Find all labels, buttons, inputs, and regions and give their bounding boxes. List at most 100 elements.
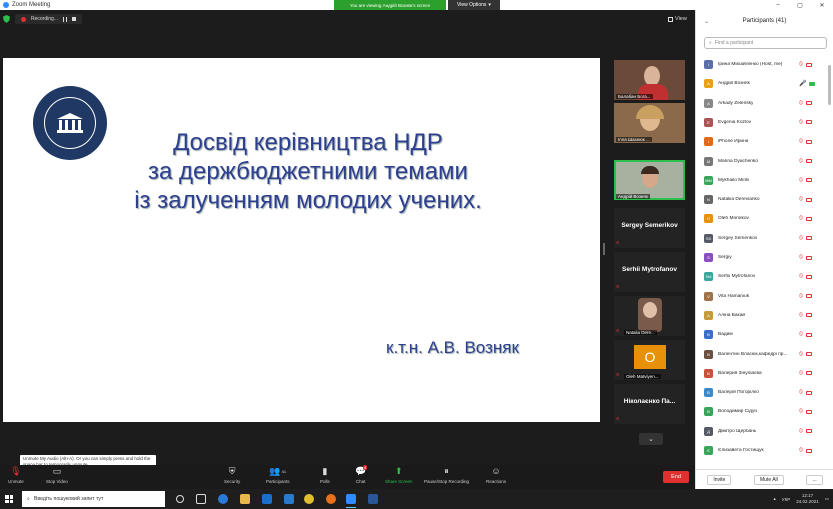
microphone-icon[interactable]: 🎤 [799,80,806,87]
muted-mic-icon[interactable]: ⦸ [799,447,803,454]
muted-mic-icon[interactable]: ⦸ [799,215,803,222]
participant-row[interactable]: N Nataliia Derevianko ⦸ [696,190,833,209]
view-options-button[interactable]: View Options ▾ [448,0,500,10]
security-button[interactable]: ⛨ Security [224,466,240,485]
muted-mic-icon[interactable]: ⦸ [799,331,803,338]
muted-mic-icon[interactable]: ⦸ [799,351,803,358]
participant-row[interactable]: S Sergiy ⦸ [696,248,833,267]
video-off-icon[interactable] [805,255,812,260]
thumbnails-scroll-down-button[interactable]: ⌄ [639,433,663,445]
muted-mic-icon[interactable]: ⦸ [799,254,803,261]
participant-row[interactable]: Є Єлизавета Гостищук ⦸ [696,441,833,460]
reactions-button[interactable]: ☺ Reactions [486,466,506,484]
video-off-icon[interactable] [805,236,812,241]
video-off-icon[interactable] [805,429,812,434]
participant-row[interactable]: В Володимир Сідун ⦸ [696,402,833,421]
participant-thumbnail[interactable]: Ніколаєнко Па... ⦸ [614,384,685,424]
muted-mic-icon[interactable]: ⦸ [799,273,803,280]
muted-mic-icon[interactable]: ⦸ [799,119,803,126]
participant-row[interactable]: Д Дмитро Щербань ⦸ [696,422,833,441]
muted-mic-icon[interactable]: ⦸ [799,158,803,165]
participants-button[interactable]: 👥 41 Participants [266,466,290,485]
participant-row[interactable]: i iPhone Ирина ⦸ [696,132,833,151]
chat-button[interactable]: 💬 4 Chat [355,465,368,484]
participant-row[interactable]: A Arkady Zelensky ⦸ [696,94,833,113]
notifications-icon[interactable]: ▭ [825,496,829,502]
shield-icon[interactable] [3,15,10,23]
video-off-icon[interactable] [805,313,812,318]
participant-row[interactable]: В Валерия Зінуліаєва ⦸ [696,364,833,383]
participant-thumbnail[interactable]: Балабан Бога... [614,60,685,100]
video-off-icon[interactable] [805,294,812,299]
participant-thumbnail[interactable]: Sergey Semerikov ⦸ [614,208,685,248]
muted-mic-icon[interactable]: ⦸ [799,196,803,203]
participant-row[interactable]: А Андрій Возняк 🎤 [696,74,833,93]
file-explorer-icon[interactable] [240,494,250,504]
participant-thumbnail-active-speaker[interactable]: Андрій Возняк [614,160,685,200]
muted-mic-icon[interactable]: ⦸ [799,370,803,377]
task-view-icon[interactable] [196,494,206,504]
video-off-icon[interactable] [805,120,812,125]
video-camera-icon[interactable] [809,81,816,86]
minimize-icon[interactable]: – [767,0,789,10]
language-indicator[interactable]: УКР [782,497,790,502]
participant-row[interactable]: SM Serhii Mytrofanov ⦸ [696,267,833,286]
participant-row[interactable]: А Аліна Бакай ⦸ [696,306,833,325]
mute-all-button[interactable]: Mute All [753,474,784,485]
video-off-icon[interactable] [805,178,812,183]
end-meeting-button[interactable]: End [663,471,689,483]
unmute-button[interactable]: 🎙 Unmute [8,466,24,485]
participant-row[interactable]: E Evgenia Kozlov ⦸ [696,113,833,132]
video-off-icon[interactable] [805,216,812,221]
participant-thumbnail[interactable]: Inna Шахнюк ... [614,103,685,143]
muted-mic-icon[interactable]: ⦸ [799,61,803,68]
stop-recording-icon[interactable] [71,17,76,21]
mail-icon[interactable] [284,494,294,504]
participant-row[interactable]: O Oleh Moroikov ⦸ [696,209,833,228]
cortana-icon[interactable] [176,495,184,503]
more-button[interactable]: ... [806,474,823,485]
pause-recording-icon[interactable] [62,16,67,22]
video-off-icon[interactable] [805,274,812,279]
edge-browser-icon[interactable] [218,494,228,504]
participant-row[interactable]: І Ірина Михайленко (Host, me) ⦸ [696,55,833,74]
video-off-icon[interactable] [805,62,812,67]
start-button[interactable] [0,489,18,509]
muted-mic-icon[interactable]: ⦸ [799,177,803,184]
participant-row[interactable]: V Vita Hamaniuk ⦸ [696,287,833,306]
muted-mic-icon[interactable]: ⦸ [799,428,803,435]
video-off-icon[interactable] [805,139,812,144]
participant-row[interactable]: M Marina Dyachenko ⦸ [696,152,833,171]
close-icon[interactable]: ✕ [811,0,833,10]
participant-thumbnail[interactable]: Serhii Mytrofanov ⦸ [614,252,685,292]
participant-row[interactable]: В Вадим ⦸ [696,325,833,344]
muted-mic-icon[interactable]: ⦸ [799,293,803,300]
muted-mic-icon[interactable]: ⦸ [799,389,803,396]
zoom-taskbar-icon[interactable] [346,494,356,508]
muted-mic-icon[interactable]: ⦸ [799,235,803,242]
polls-button[interactable]: ▮ Polls [320,466,330,485]
view-button[interactable]: View [668,16,687,22]
pause-stop-recording-button[interactable]: ⏸ Pause/Stop Recording [424,466,469,485]
word-icon[interactable] [368,494,378,504]
video-off-icon[interactable] [805,101,812,106]
participant-search-input[interactable]: ⌕ Find a participant [704,37,827,49]
stop-video-button[interactable]: ▭ Stop Video [46,466,68,485]
maximize-icon[interactable]: ▢ [789,0,811,10]
panel-scrollbar[interactable] [828,65,831,105]
participant-row[interactable]: В Валерій Погорілко ⦸ [696,383,833,402]
chevron-down-icon[interactable]: ⌄ [704,18,709,25]
video-off-icon[interactable] [805,159,812,163]
participant-thumbnail[interactable]: Natalia Dere... ⦸ [614,296,685,336]
share-screen-button[interactable]: ⬆ Share Screen [385,466,413,485]
muted-mic-icon[interactable]: ⦸ [799,408,803,415]
invite-button[interactable]: Invite [707,474,732,485]
store-icon[interactable] [262,494,272,504]
video-off-icon[interactable] [805,332,812,337]
participant-row[interactable]: В Валентин Власюк,кафедрі пр... ⦸ [696,345,833,364]
video-off-icon[interactable] [805,390,812,395]
splitter-handle[interactable] [603,243,605,255]
muted-mic-icon[interactable]: ⦸ [799,312,803,319]
video-off-icon[interactable] [805,352,812,356]
participant-row[interactable]: MM Mykhailo Mintii ⦸ [696,171,833,190]
